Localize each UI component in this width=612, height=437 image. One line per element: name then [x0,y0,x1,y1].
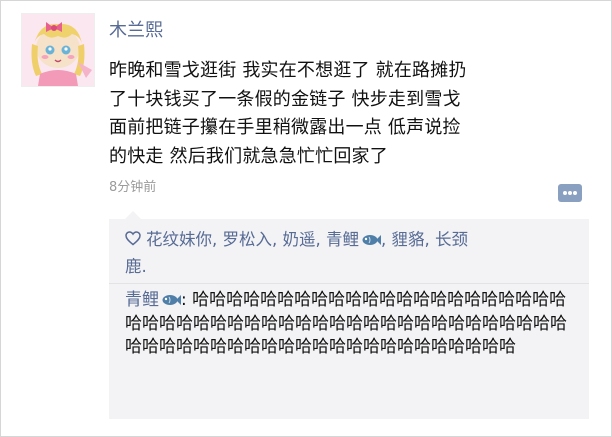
fish-icon [361,229,381,245]
comment-author[interactable]: 青鲤 [125,290,159,310]
anime-girl-avatar-icon [22,14,94,86]
interaction-panel: 花纹妹你, 罗松入, 奶遥, 青鲤, 貍貉, 长颈 鹿. 青鲤: 哈哈哈哈哈哈哈哈… [109,219,589,419]
post-timestamp: 8分钟前 [109,180,157,195]
like-name[interactable]: 长颈 [435,230,468,249]
like-name[interactable]: 鹿. [125,257,147,276]
comment-item[interactable]: 青鲤: 哈哈哈哈哈哈哈哈哈哈哈哈哈哈哈哈哈哈哈哈哈哈哈哈哈哈哈哈哈哈哈哈哈哈哈哈… [125,289,575,360]
dot [568,191,572,195]
fish-icon [161,291,181,305]
post-line: 昨晚和雪戈逛街 我实在不想逛了 就在路摊扔 [109,60,467,81]
poster-username[interactable]: 木兰熙 [109,19,163,43]
post-line: 了十块钱买了一条假的金链子 快步走到雪戈 [109,88,461,110]
likes-row: 花纹妹你, 罗松入, 奶遥, 青鲤, 貍貉, 长颈 鹿. [125,228,468,276]
like-name[interactable]: 花纹妹你 [146,230,212,249]
heart-icon [125,228,142,254]
comment-text: 哈哈哈哈哈哈哈哈哈哈哈哈哈哈哈哈哈哈哈哈哈哈哈哈哈哈哈哈哈哈哈哈哈哈哈哈哈哈哈哈… [125,290,567,357]
like-name[interactable]: 罗松入 [223,230,273,249]
like-name[interactable]: 奶遥 [283,230,316,249]
panel-arrow [125,211,141,219]
post-text: 昨晚和雪戈逛街 我实在不想逛了 就在路摊扔 了十块钱买了一条假的金链子 快步走到… [109,57,589,171]
post-line: 的快走 然后我们就急急忙忙回家了 [109,145,388,167]
dot [573,191,577,195]
comment-ellipsis-icon[interactable] [558,184,582,202]
like-name[interactable]: 貍貉 [392,230,425,249]
moment-card: 木兰熙 昨晚和雪戈逛街 我实在不想逛了 就在路摊扔 了十块钱买了一条假的金链子 … [0,0,612,437]
dot [563,191,567,195]
avatar[interactable] [21,13,95,87]
comment-colon: : [181,290,193,310]
post-line: 面前把链子攥在手里稍微露出一点 低声说捡 [109,117,461,138]
like-name[interactable]: 青鲤 [326,230,359,249]
divider [109,283,589,284]
